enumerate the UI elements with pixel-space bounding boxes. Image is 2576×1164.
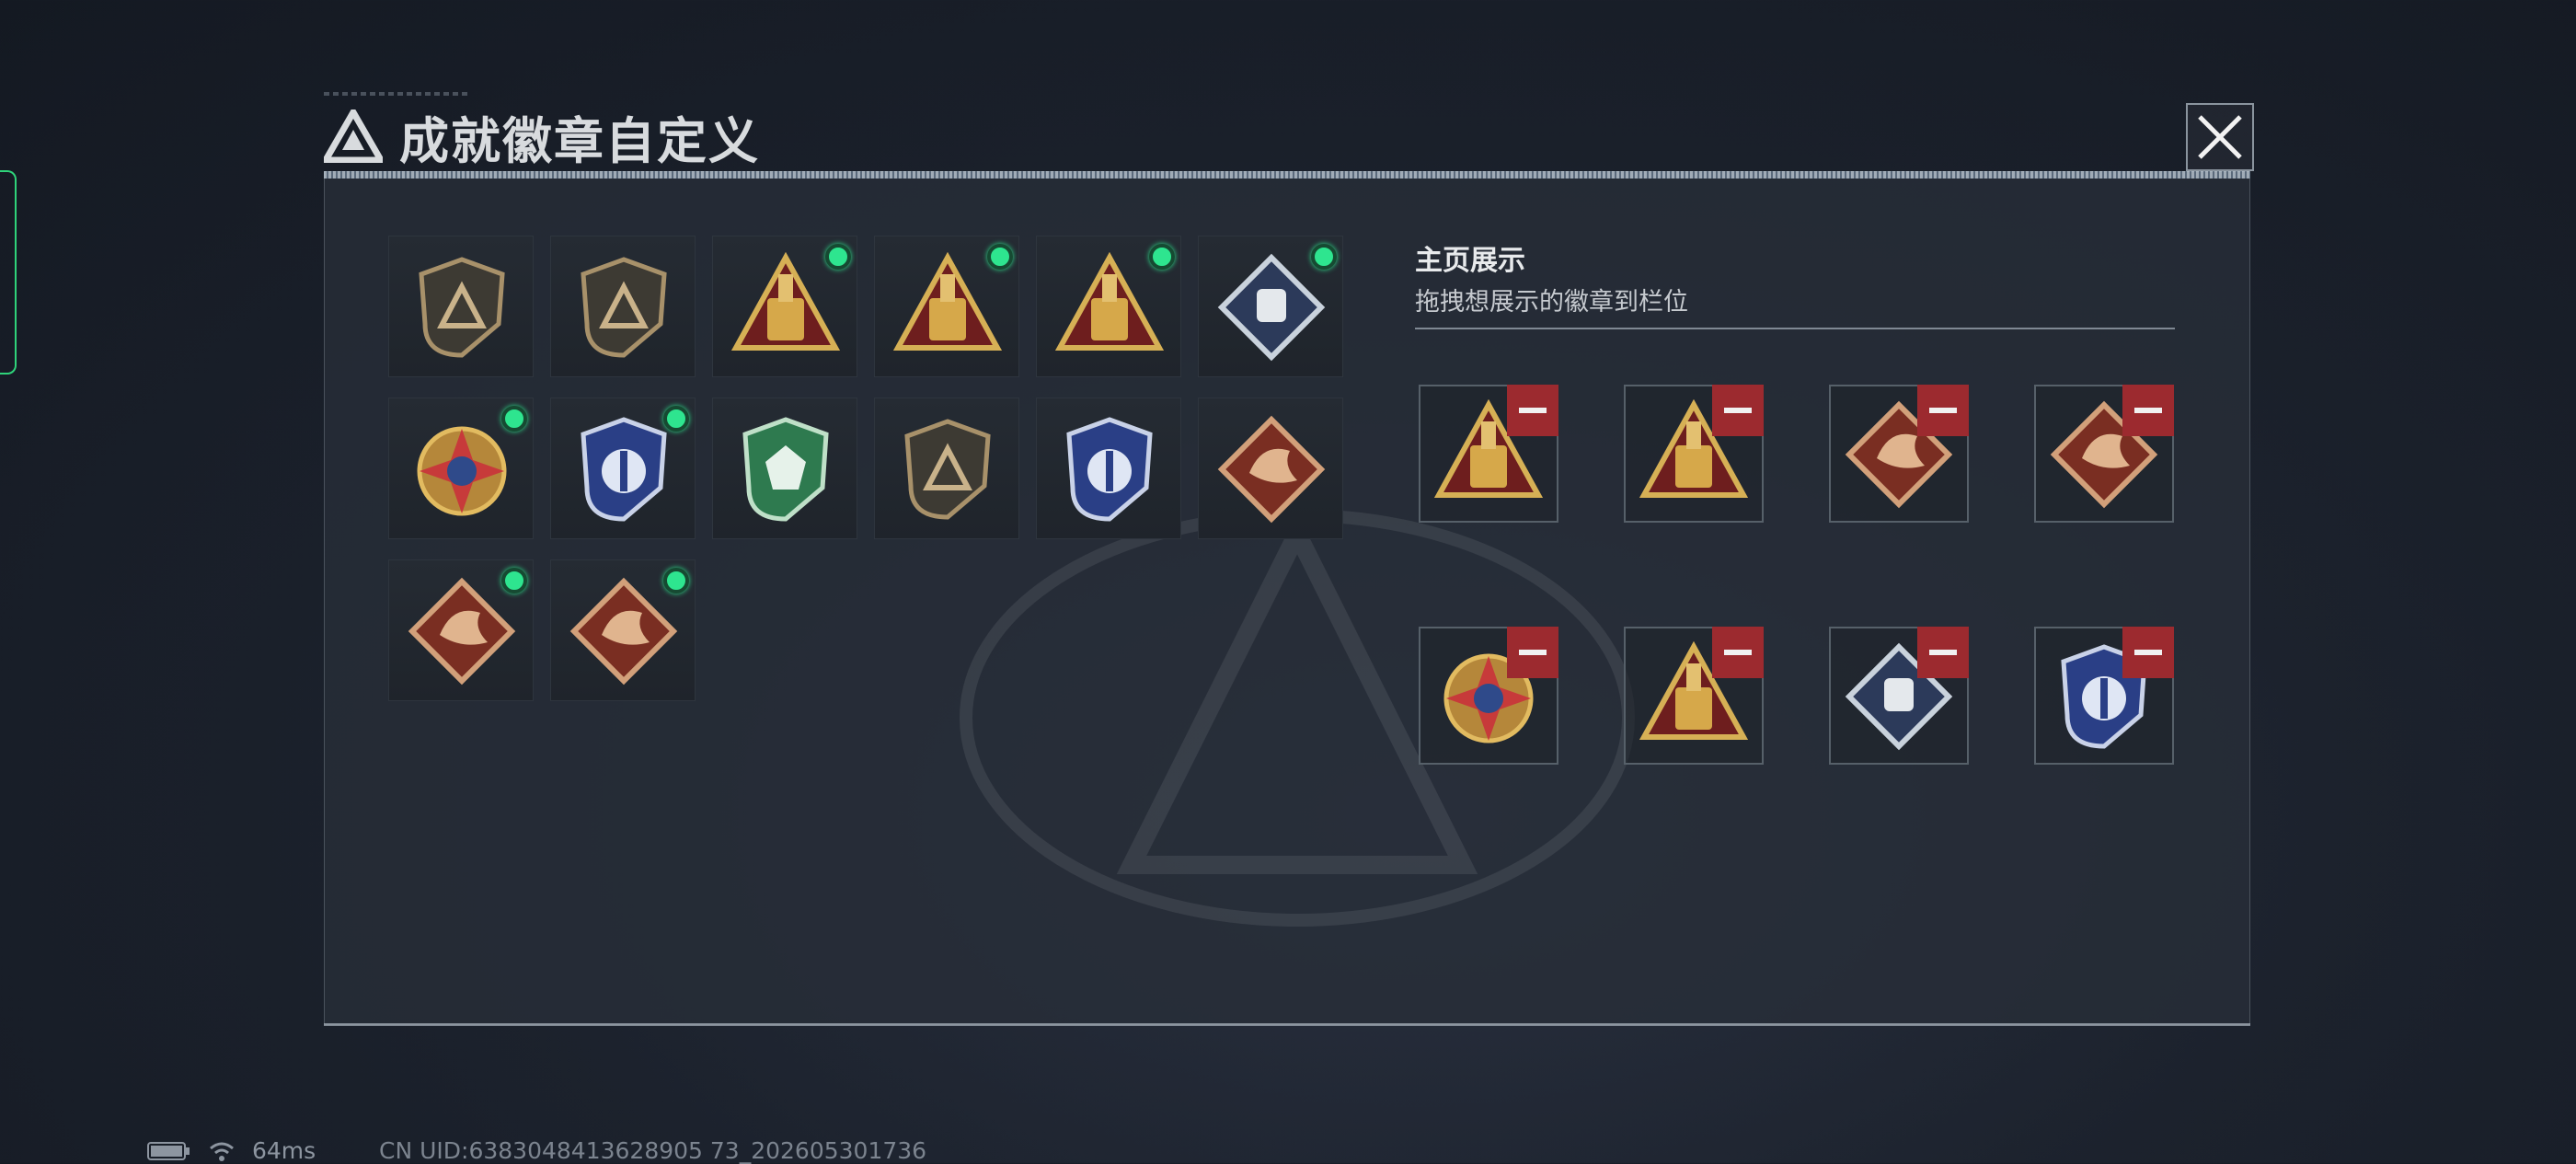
battery-icon (147, 1141, 190, 1160)
minus-icon (1519, 650, 1547, 655)
close-x-icon (2198, 115, 2242, 159)
helicopter-badge-icon (581, 257, 667, 358)
inventory-badge-rifle-shield-badge[interactable] (874, 398, 1019, 539)
inventory-badge-helicopter-badge[interactable] (550, 236, 696, 377)
inventory-badge-dragon-badge-2[interactable] (388, 559, 534, 701)
panel-bottom-border (324, 1023, 2250, 1026)
minus-icon (2134, 408, 2162, 413)
shield-triangle-badge-icon (419, 257, 505, 358)
remove-badge-button[interactable] (1917, 627, 1969, 678)
showcase-slot-8[interactable] (2034, 627, 2174, 765)
green-gem-badge-icon (742, 417, 829, 522)
showcase-slot-2[interactable] (1624, 385, 1764, 523)
minus-icon (1724, 650, 1752, 655)
title-decoration (324, 92, 471, 96)
triangle-a-logo-icon (324, 109, 383, 163)
equipped-indicator (663, 406, 689, 432)
blue-emblem-badge-icon (581, 417, 667, 522)
showcase-divider (1415, 328, 2175, 329)
remove-badge-button[interactable] (2122, 385, 2174, 436)
golden-59-badge-icon (730, 252, 841, 351)
page-title: 成就徽章自定义 (399, 111, 760, 170)
inventory-badge-golden-soldiers-badge[interactable] (874, 236, 1019, 377)
dragon-badge-2-icon (408, 577, 516, 686)
equipped-indicator (663, 568, 689, 594)
equipped-indicator (825, 244, 851, 270)
golden-soldiers-badge-icon (892, 252, 1003, 351)
wifi-icon (210, 1142, 234, 1161)
minus-icon (1929, 408, 1957, 413)
remove-badge-button[interactable] (2122, 627, 2174, 678)
inventory-badge-golden-rocket-badge[interactable] (1036, 236, 1181, 377)
equipped-indicator (1311, 244, 1337, 270)
showcase-subtitle: 拖拽想展示的徽章到栏位 (1415, 288, 1688, 317)
equipped-indicator (1149, 244, 1175, 270)
latency-text: 64ms (252, 1137, 316, 1164)
showcase-slot-3[interactable] (1829, 385, 1969, 523)
rifle-shield-badge-icon (904, 419, 991, 520)
inventory-badge-silver-fist-badge[interactable] (1198, 236, 1343, 377)
inventory-badge-dragon-badge[interactable] (1198, 398, 1343, 539)
panel-top-border (324, 171, 2250, 179)
showcase-slot-7[interactable] (1829, 627, 1969, 765)
silver-fist-badge-icon (1217, 253, 1326, 362)
golden-rocket-badge-icon (1054, 252, 1165, 351)
title-bar: 成就徽章自定义 (324, 92, 760, 173)
equipped-indicator (501, 568, 527, 594)
showcase-slot-1[interactable] (1419, 385, 1558, 523)
showcase-slot-6[interactable] (1624, 627, 1764, 765)
remove-badge-button[interactable] (1507, 627, 1558, 678)
minus-icon (1724, 408, 1752, 413)
inventory-badge-star-compass-badge[interactable] (388, 398, 534, 539)
showcase-slot-4[interactable] (2034, 385, 2174, 523)
equipped-indicator (501, 406, 527, 432)
inventory-badge-blue-emblem-badge[interactable] (550, 398, 696, 539)
runner-badge-icon (569, 577, 678, 686)
close-button[interactable] (2186, 103, 2254, 171)
inventory-badge-runner-badge[interactable] (550, 559, 696, 701)
equipped-indicator (987, 244, 1013, 270)
showcase-slot-5[interactable] (1419, 627, 1558, 765)
remove-badge-button[interactable] (1917, 385, 1969, 436)
minus-icon (2134, 650, 2162, 655)
dragon-badge-icon (1217, 415, 1326, 524)
inventory-badge-blue-sword-badge[interactable] (1036, 398, 1181, 539)
inventory-badge-green-gem-badge[interactable] (712, 398, 857, 539)
blue-sword-badge-icon (1066, 417, 1153, 522)
minus-icon (1519, 408, 1547, 413)
star-compass-badge-icon (417, 426, 507, 516)
remove-badge-button[interactable] (1507, 385, 1558, 436)
status-bar: 64ms (147, 1137, 316, 1164)
remove-badge-button[interactable] (1712, 627, 1764, 678)
inventory-badge-golden-59-badge[interactable] (712, 236, 857, 377)
side-drawer-tab[interactable] (0, 170, 17, 375)
showcase-title: 主页展示 (1415, 245, 1525, 277)
inventory-badge-shield-triangle-badge[interactable] (388, 236, 534, 377)
uid-text: CN UID:6383048413628905 73_202605301736 (379, 1137, 927, 1164)
remove-badge-button[interactable] (1712, 385, 1764, 436)
minus-icon (1929, 650, 1957, 655)
